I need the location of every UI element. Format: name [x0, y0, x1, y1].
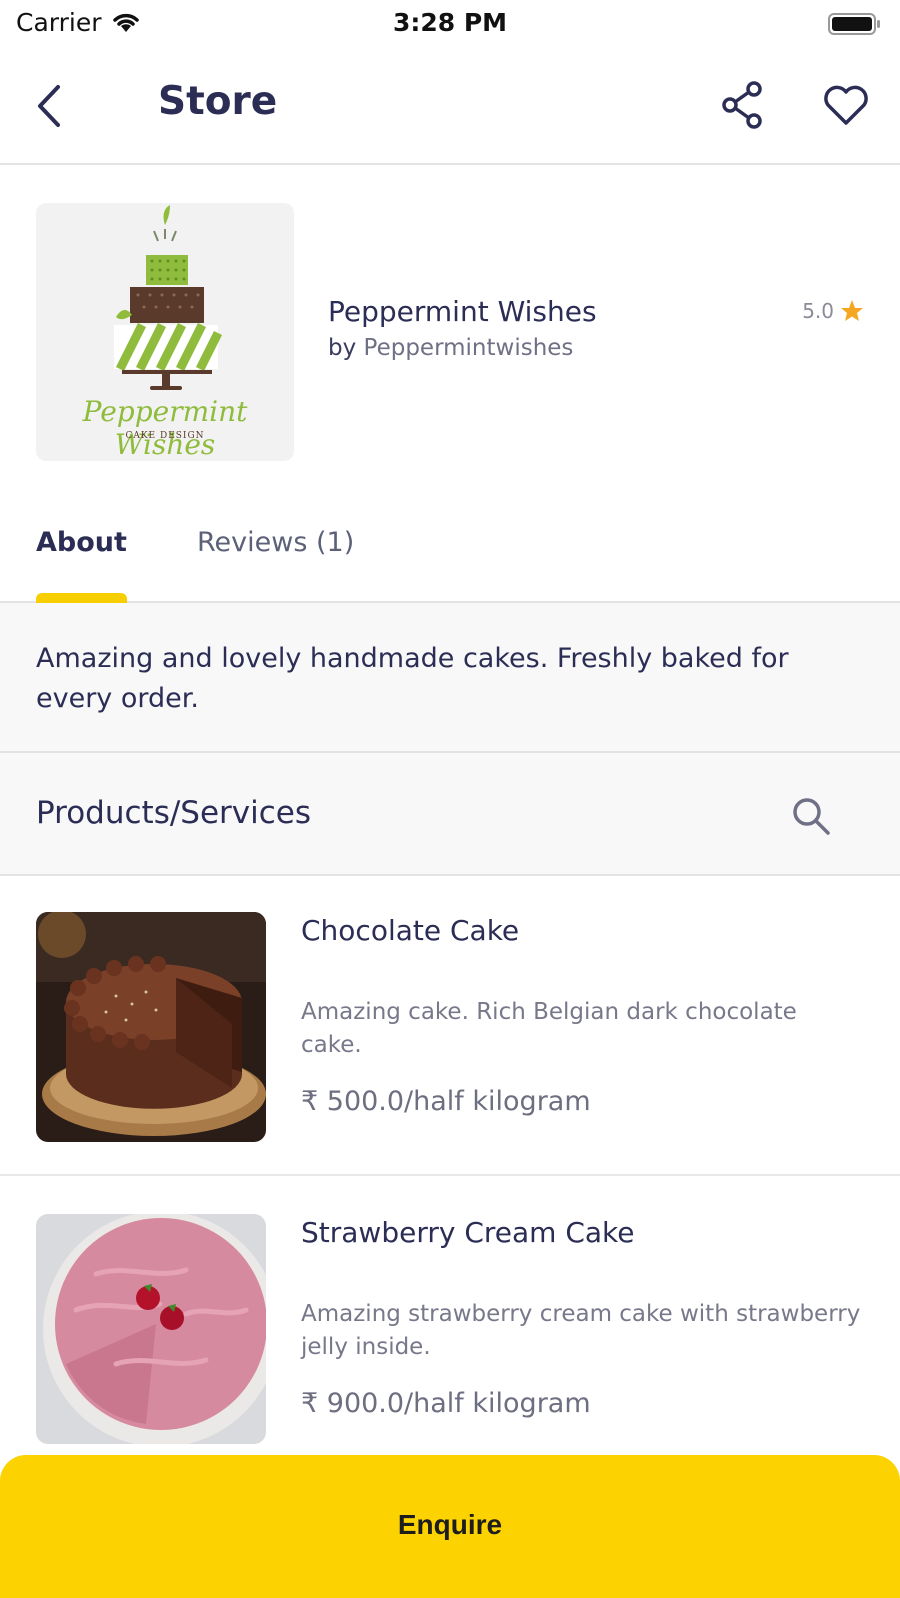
rating-value: 5.0 [802, 299, 834, 323]
battery-icon [828, 13, 880, 35]
status-bar: Carrier 3:28 PM [0, 0, 900, 50]
product-description: Amazing strawberry cream cake with straw… [301, 1301, 861, 1360]
tab-about[interactable]: About [36, 527, 127, 558]
product-price: ₹ 500.0/half kilogram [301, 1086, 591, 1117]
product-item[interactable]: Strawberry Cream Cake Amazing strawberry… [0, 1178, 900, 1478]
status-time: 3:28 PM [392, 8, 508, 37]
tab-bar: About Reviews (1) [0, 487, 900, 603]
logo-text: Peppermint Wishes [82, 395, 248, 461]
store-header: Peppermint Wishes CAKE DESIGN Peppermint… [0, 167, 900, 487]
by-label: by [328, 335, 357, 361]
product-name: Strawberry Cream Cake [301, 1216, 635, 1249]
tab-reviews[interactable]: Reviews (1) [197, 527, 354, 558]
back-icon[interactable] [30, 81, 70, 131]
store-logo: Peppermint Wishes CAKE DESIGN [36, 203, 294, 461]
store-rating: 5.0 [802, 299, 864, 323]
store-owner: by Peppermintwishes [328, 335, 573, 361]
owner-name: Peppermintwishes [363, 335, 574, 361]
logo-subtext: CAKE DESIGN [125, 431, 205, 441]
cake-logo-icon [114, 205, 223, 390]
product-name: Chocolate Cake [301, 914, 520, 947]
enquire-button[interactable]: Enquire [0, 1455, 900, 1598]
nav-bar: Store [0, 55, 900, 165]
star-icon [841, 300, 863, 321]
product-item[interactable]: Chocolate Cake Amazing cake. Rich Belgia… [0, 876, 900, 1176]
heart-icon[interactable] [822, 81, 870, 129]
product-image-chocolate-cake [36, 912, 266, 1142]
store-name: Peppermint Wishes [328, 295, 597, 328]
search-icon[interactable] [790, 795, 832, 837]
product-image-strawberry-cream-cake [36, 1214, 266, 1444]
share-icon[interactable] [720, 79, 766, 131]
product-price: ₹ 900.0/half kilogram [301, 1388, 591, 1419]
active-tab-indicator [36, 593, 127, 603]
products-title: Products/Services [36, 795, 312, 831]
enquire-label: Enquire [397, 1509, 503, 1540]
products-header: Products/Services [0, 753, 900, 876]
product-description: Amazing cake. Rich Belgian dark chocolat… [301, 999, 797, 1058]
page-title: Store [158, 79, 278, 124]
about-text: Amazing and lovely handmade cakes. Fresh… [36, 643, 789, 714]
about-section: Amazing and lovely handmade cakes. Fresh… [0, 603, 900, 753]
